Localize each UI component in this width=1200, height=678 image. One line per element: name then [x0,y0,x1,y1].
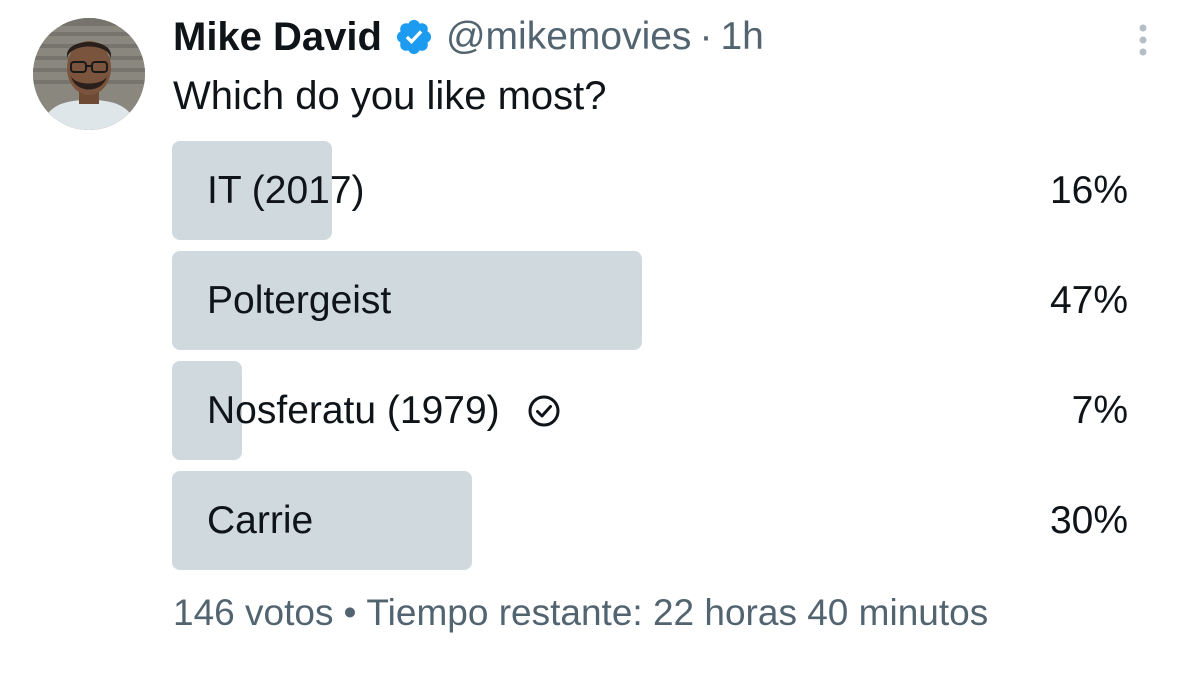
poll-option-percent: 7% [1071,388,1128,432]
poll-option-percent: 47% [1049,278,1128,322]
poll-footer: 146 votos • Tiempo restante: 22 horas 40 m… [173,592,988,634]
poll-option[interactable]: Nosferatu (1979) 7% [172,361,1128,460]
poll-option-percent: 30% [1049,498,1128,542]
poll-option-label: Carrie [207,498,314,542]
poll-option-percent: 16% [1049,168,1128,212]
vote-count: 146 votos [173,592,334,633]
check-circle-icon [526,393,562,429]
tweet-header: Mike David @mikemovies · 1h [173,12,764,62]
user-handle[interactable]: @mikemovies [446,15,691,59]
poll: IT (2017) 16% Poltergeist 47% Nosferatu … [172,141,1128,581]
avatar-photo [33,18,145,130]
poll-option-label-wrap: IT (2017) [207,141,365,240]
time-remaining: Tiempo restante: 22 horas 40 minutos [366,592,989,633]
more-vertical-icon[interactable] [1128,20,1158,60]
avatar[interactable] [33,18,145,130]
poll-option[interactable]: Carrie 30% [172,471,1128,570]
poll-option-label: IT (2017) [207,168,365,212]
verified-badge-icon[interactable] [394,17,434,57]
poll-option-label-wrap: Carrie [207,471,313,570]
poll-option[interactable]: Poltergeist 47% [172,251,1128,350]
poll-option-label: Nosferatu (1979) [207,388,500,432]
display-name[interactable]: Mike David [173,15,382,60]
poll-option-label-wrap: Poltergeist [207,251,391,350]
header-separator: · [699,15,713,58]
poll-option[interactable]: IT (2017) 16% [172,141,1128,240]
tweet-text: Which do you like most? [173,74,607,118]
poll-option-label: Poltergeist [207,278,392,322]
tweet-timestamp[interactable]: 1h [720,15,763,59]
poll-option-label-wrap: Nosferatu (1979) [207,361,562,460]
footer-separator: • [343,592,357,633]
